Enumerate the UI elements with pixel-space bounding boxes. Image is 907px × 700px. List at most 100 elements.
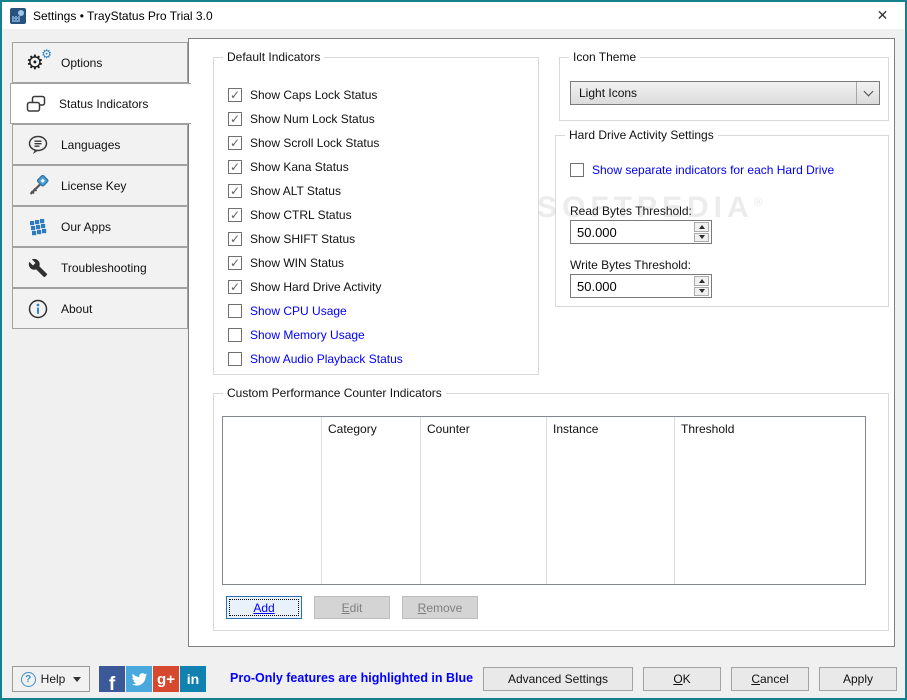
default-indicators-group: Default Indicators ✓ Show Caps Lock Stat… [213,50,539,375]
twitter-icon[interactable] [126,666,152,692]
add-button[interactable]: Add [226,596,302,619]
checkbox-label: Show ALT Status [250,184,341,198]
spinner-value: 50.000 [577,225,617,240]
checkbox-row: ✓ Show separate indicators for each Hard… [570,162,834,178]
apply-button[interactable]: Apply [819,667,897,691]
spin-buttons [693,222,710,242]
counters-table[interactable]: Category Counter Instance Threshold [222,416,866,585]
checkbox-row: ✓ Show CPU Usage [228,303,347,319]
column-header-blank [223,417,322,584]
info-icon [25,297,51,321]
app-icon [10,7,26,24]
checkbox-row: ✓ Show Hard Drive Activity [228,279,381,295]
pro-only-note: Pro-Only features are highlighted in Blu… [230,671,474,685]
write-threshold-label: Write Bytes Threshold: [570,258,691,272]
checkbox-row: ✓ Show Kana Status [228,159,349,175]
checkbox-win[interactable]: ✓ [228,256,242,270]
sidebar-item-status-indicators[interactable]: Status Indicators [10,83,191,124]
column-header-category: Category [322,417,421,584]
group-title: Custom Performance Counter Indicators [223,386,446,400]
settings-window: Settings • TrayStatus Pro Trial 3.0 ✕ ⚙ ⚙… [0,0,907,700]
checkbox-kana[interactable]: ✓ [228,160,242,174]
advanced-settings-button[interactable]: Advanced Settings [483,667,633,691]
checkbox-hard-drive-activity[interactable]: ✓ [228,280,242,294]
sidebar-item-license-key[interactable]: License Key [12,165,188,206]
checkbox-label: Show CTRL Status [250,208,352,222]
checkbox-row: ✓ Show Audio Playback Status [228,351,403,367]
checkbox-audio-playback[interactable]: ✓ [228,352,242,366]
apps-grid-icon [25,215,51,239]
wrench-icon [25,256,51,280]
checkbox-cpu-usage[interactable]: ✓ [228,304,242,318]
icon-theme-dropdown[interactable]: Light Icons [570,81,880,105]
spin-up-icon[interactable] [694,276,709,286]
status-indicators-page: Default Indicators ✓ Show Caps Lock Stat… [188,38,895,647]
checkbox-label: Show Audio Playback Status [250,352,403,366]
languages-icon [25,133,51,157]
sidebar-item-about[interactable]: About [12,288,188,329]
checkbox-label: Show Caps Lock Status [250,88,378,102]
sidebar-item-label: Options [61,55,103,70]
remove-button[interactable]: Remove [402,596,478,619]
ok-button[interactable]: OK [643,667,721,691]
checkbox-label: Show WIN Status [250,256,345,270]
chevron-down-icon [856,82,879,104]
spin-down-icon[interactable] [694,232,709,242]
help-label: Help [40,672,66,686]
spinner-value: 50.000 [577,279,617,294]
close-icon[interactable]: ✕ [860,2,905,29]
help-icon: ? [20,671,36,687]
sidebar-item-our-apps[interactable]: Our Apps [12,206,188,247]
sidebar-item-label: Status Indicators [59,96,149,111]
checkbox-label: Show Scroll Lock Status [250,136,380,150]
sidebar-item-troubleshooting[interactable]: Troubleshooting [12,247,188,288]
group-title: Icon Theme [569,50,641,64]
cancel-button[interactable]: Cancel [731,667,809,691]
checkbox-scroll-lock[interactable]: ✓ [228,136,242,150]
linkedin-icon[interactable]: in [180,666,206,692]
checkbox-label: Show Hard Drive Activity [250,280,382,294]
key-icon [25,174,51,198]
edit-button[interactable]: Edit [314,596,390,619]
custom-counters-group: Custom Performance Counter Indicators Ca… [213,386,889,631]
write-threshold-spinner[interactable]: 50.000 [570,274,712,298]
group-title: Default Indicators [223,50,325,64]
checkbox-shift[interactable]: ✓ [228,232,242,246]
checkbox-row: ✓ Show Num Lock Status [228,111,375,127]
sidebar-item-label: Languages [61,137,121,152]
checkbox-label: Show Kana Status [250,160,349,174]
sidebar-item-label: Troubleshooting [61,260,147,275]
window-title: Settings • TrayStatus Pro Trial 3.0 [33,8,213,23]
group-title: Hard Drive Activity Settings [565,128,718,142]
sidebar-item-label: Our Apps [61,219,112,234]
column-header-instance: Instance [547,417,675,584]
facebook-icon[interactable]: f [99,666,125,694]
checkbox-ctrl[interactable]: ✓ [228,208,242,222]
sidebar-item-languages[interactable]: Languages [12,124,188,165]
checkbox-memory-usage[interactable]: ✓ [228,328,242,342]
checkbox-label: Show Num Lock Status [250,112,375,126]
checkbox-num-lock[interactable]: ✓ [228,112,242,126]
sidebar-item-label: License Key [61,178,127,193]
sidebar-item-label: About [61,301,93,316]
icon-theme-group: Icon Theme Light Icons [559,50,889,121]
caret-down-icon [73,676,82,682]
checkbox-row: ✓ Show CTRL Status [228,207,352,223]
checkbox-row: ✓ Show Scroll Lock Status [228,135,379,151]
googleplus-icon[interactable]: g+ [153,666,179,692]
checkbox-label: Show separate indicators for each Hard D… [592,163,835,177]
column-header-threshold: Threshold [681,422,735,436]
checkbox-row: ✓ Show Memory Usage [228,327,365,343]
sidebar-item-options[interactable]: ⚙ ⚙ Options [12,42,188,83]
checkbox-row: ✓ Show SHIFT Status [228,231,355,247]
help-button[interactable]: ? Help [12,666,90,692]
checkbox-alt[interactable]: ✓ [228,184,242,198]
spin-buttons [693,276,710,296]
checkbox-row: ✓ Show Caps Lock Status [228,87,377,103]
checkbox-caps-lock[interactable]: ✓ [228,88,242,102]
checkbox-row: ✓ Show ALT Status [228,183,341,199]
checkbox-separate-hdd-indicators[interactable]: ✓ [570,163,584,177]
gear-icon: ⚙ ⚙ [26,46,52,74]
spin-down-icon[interactable] [694,286,709,296]
dropdown-selected-value: Light Icons [579,86,638,100]
